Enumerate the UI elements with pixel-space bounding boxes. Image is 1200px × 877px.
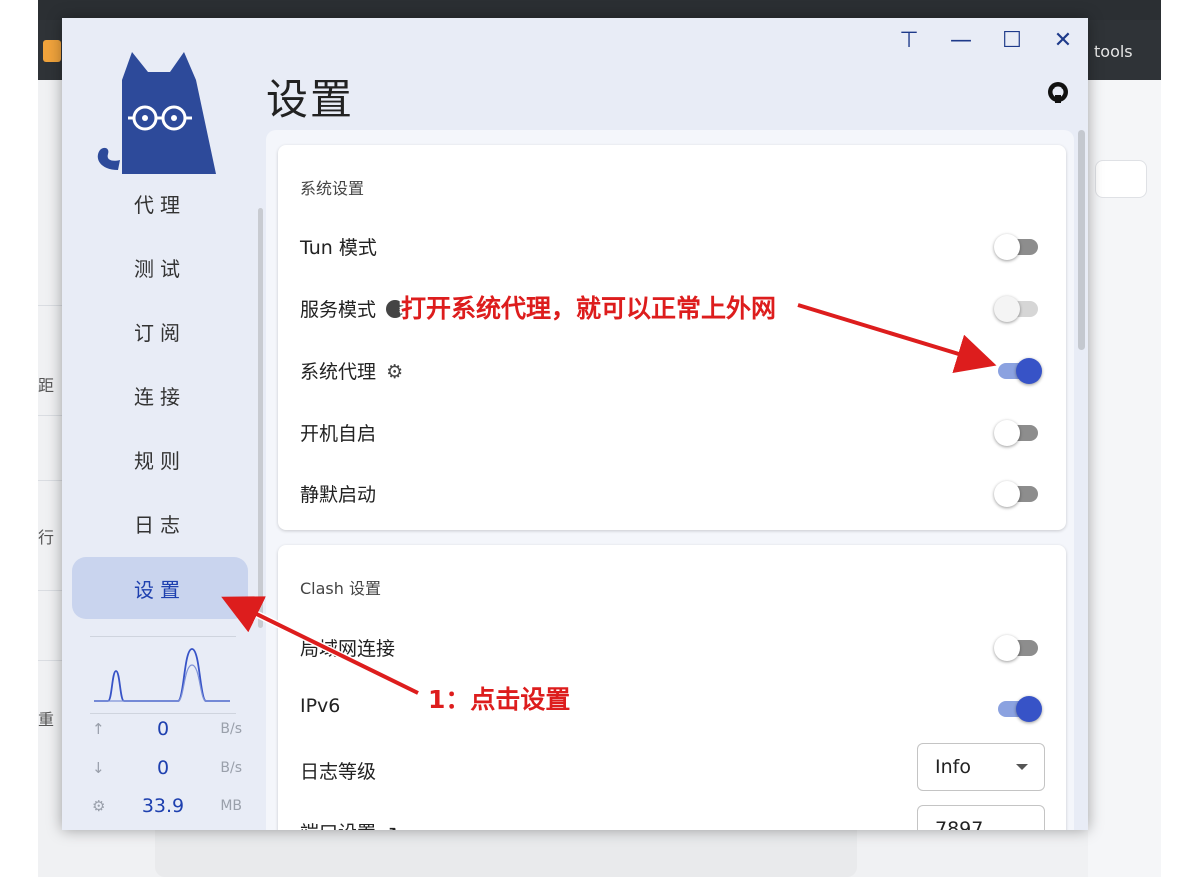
arrow-to-system-proxy bbox=[797, 303, 997, 373]
step1-annotation: 1：点击设置 bbox=[428, 685, 571, 714]
system-proxy-annotation: 打开系统代理，就可以正常上外网 bbox=[401, 294, 777, 323]
arrow-to-settings bbox=[221, 596, 419, 695]
annotation-arrows bbox=[221, 301, 997, 697]
